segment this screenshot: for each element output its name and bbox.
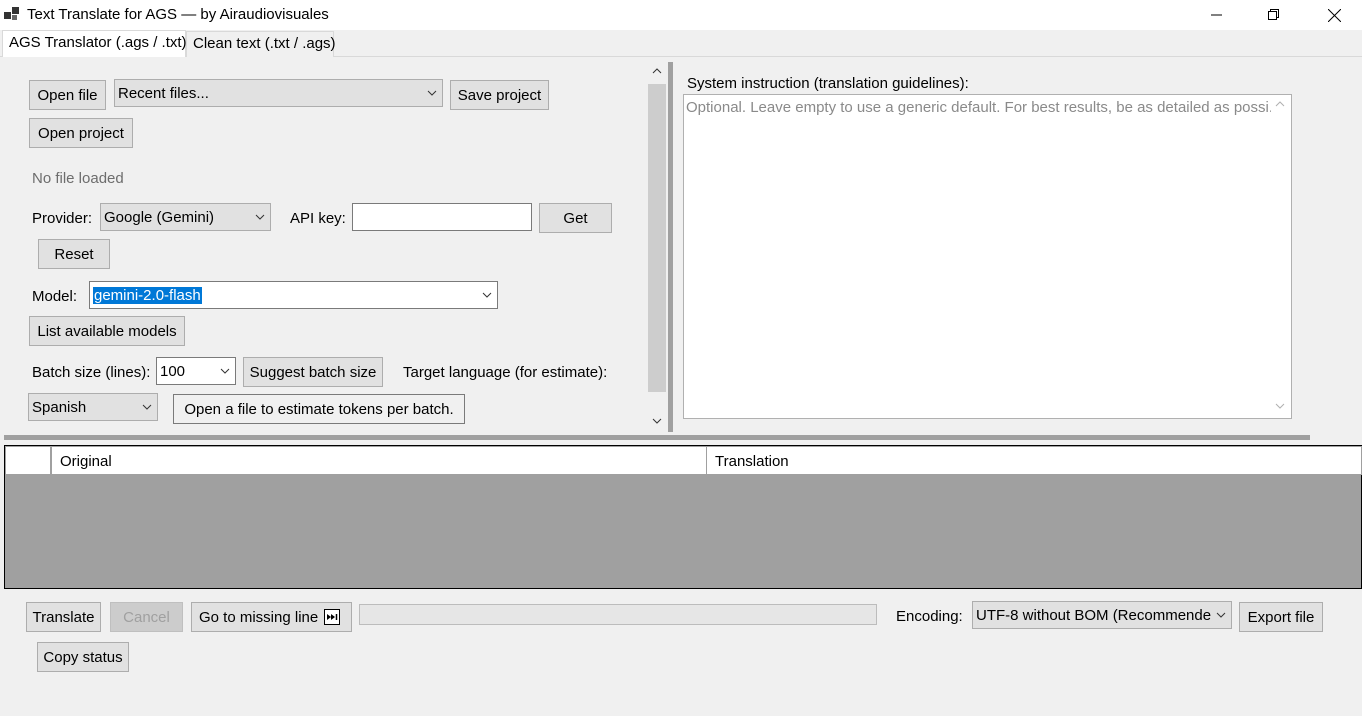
system-instruction-textarea[interactable]: Optional. Leave empty to use a generic d… xyxy=(683,94,1292,419)
scroll-up-icon[interactable] xyxy=(651,66,663,76)
batch-size-select[interactable]: 100 xyxy=(156,357,236,385)
scroll-down-icon[interactable] xyxy=(651,416,663,426)
textarea-scroll-down-icon[interactable] xyxy=(1274,401,1286,411)
column-header-original[interactable]: Original xyxy=(51,446,707,475)
chevron-down-icon xyxy=(220,368,230,374)
target-language-label: Target language (for estimate): xyxy=(403,364,608,381)
model-select[interactable]: gemini-2.0-flash xyxy=(89,281,498,309)
batch-size-value: 100 xyxy=(160,362,186,380)
target-language-select[interactable]: Spanish xyxy=(28,393,158,421)
tab-clean-text[interactable]: Clean text (.txt / .ags) xyxy=(186,31,336,57)
api-key-label: API key: xyxy=(290,210,346,227)
provider-label: Provider: xyxy=(32,210,93,227)
system-instruction-label: System instruction (translation guidelin… xyxy=(687,75,969,92)
go-to-missing-line-label: Go to missing line xyxy=(199,608,319,626)
reset-button[interactable]: Reset xyxy=(38,239,110,269)
translate-button[interactable]: Translate xyxy=(26,602,101,632)
vertical-splitter[interactable] xyxy=(668,62,673,432)
batch-size-label: Batch size (lines): xyxy=(32,364,151,381)
app-icon xyxy=(4,7,19,20)
settings-scroll-thumb[interactable] xyxy=(648,84,666,392)
chevron-down-icon xyxy=(427,90,437,96)
translation-progress-bar xyxy=(359,604,877,625)
estimate-tokens-button[interactable]: Open a file to estimate tokens per batch… xyxy=(173,394,465,424)
model-label: Model: xyxy=(32,288,78,305)
close-icon xyxy=(1327,8,1341,22)
window-title: Text Translate for AGS — by Airaudiovisu… xyxy=(27,6,329,23)
encoding-label: Encoding: xyxy=(896,608,963,625)
save-project-button[interactable]: Save project xyxy=(450,80,549,110)
system-instruction-placeholder: Optional. Leave empty to use a generic d… xyxy=(686,99,1271,116)
suggest-batch-button[interactable]: Suggest batch size xyxy=(243,357,383,387)
go-to-missing-line-button[interactable]: Go to missing line xyxy=(191,602,352,632)
encoding-select[interactable]: UTF-8 without BOM (Recommende xyxy=(972,601,1232,629)
tab-ags-translator[interactable]: AGS Translator (.ags / .txt) xyxy=(2,30,187,57)
column-header-translation[interactable]: Translation xyxy=(706,446,1362,475)
recent-files-value: Recent files... xyxy=(118,84,209,102)
export-file-button[interactable]: Export file xyxy=(1239,602,1323,632)
skip-forward-icon xyxy=(324,609,341,625)
cancel-button[interactable]: Cancel xyxy=(110,602,183,632)
chevron-down-icon xyxy=(255,214,265,220)
open-project-button[interactable]: Open project xyxy=(29,118,133,148)
grid-corner-header[interactable] xyxy=(5,446,51,475)
provider-select[interactable]: Google (Gemini) xyxy=(100,203,271,231)
close-button[interactable] xyxy=(1311,0,1357,30)
get-api-key-button[interactable]: Get xyxy=(539,203,612,233)
api-key-input[interactable] xyxy=(352,203,532,231)
file-status-label: No file loaded xyxy=(32,170,124,187)
target-language-value: Spanish xyxy=(32,398,87,416)
chevron-down-icon xyxy=(482,292,492,298)
encoding-value: UTF-8 without BOM (Recommende xyxy=(976,606,1212,624)
restore-icon xyxy=(1268,9,1279,20)
model-value: gemini-2.0-flash xyxy=(93,286,202,304)
minimize-icon xyxy=(1211,14,1222,16)
minimize-button[interactable] xyxy=(1194,0,1240,30)
textarea-scroll-up-icon[interactable] xyxy=(1274,99,1286,109)
recent-files-select[interactable]: Recent files... xyxy=(114,79,443,107)
chevron-down-icon xyxy=(1216,612,1226,618)
list-models-button[interactable]: List available models xyxy=(29,316,185,346)
open-file-button[interactable]: Open file xyxy=(29,80,106,110)
chevron-down-icon xyxy=(142,404,152,410)
translation-grid[interactable]: Original Translation xyxy=(4,445,1362,589)
maximize-button[interactable] xyxy=(1251,0,1297,30)
copy-status-button[interactable]: Copy status xyxy=(37,642,129,672)
provider-value: Google (Gemini) xyxy=(104,208,215,226)
horizontal-splitter[interactable] xyxy=(4,435,1310,440)
